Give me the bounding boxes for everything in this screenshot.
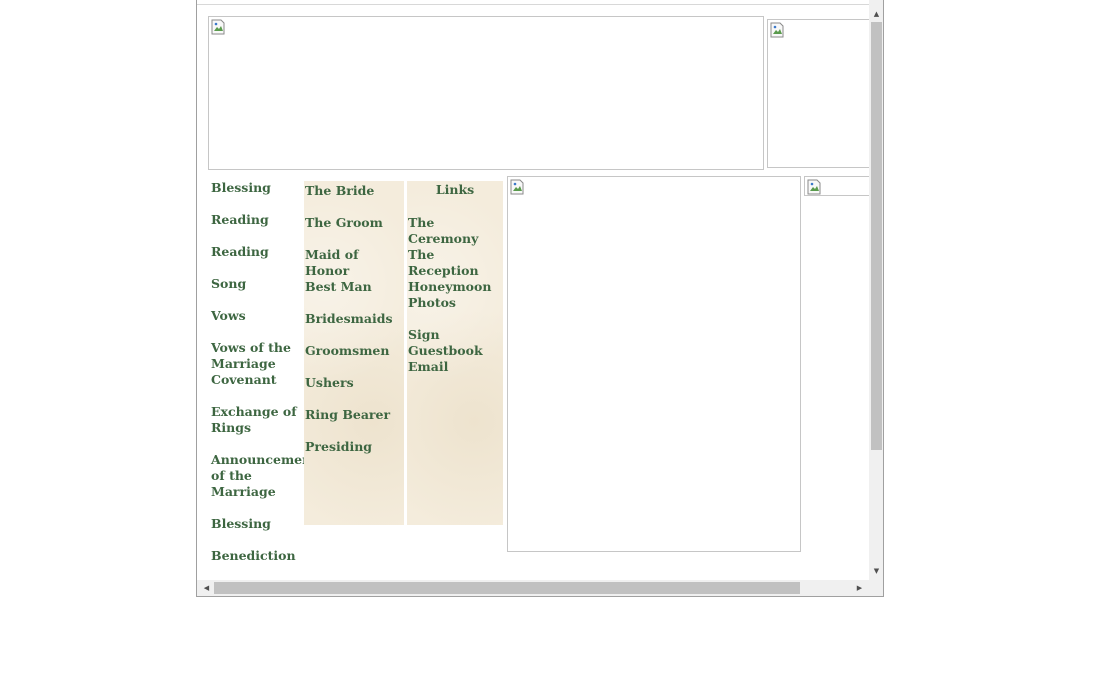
page-viewport: Blessing Reading Reading Song Vows Vows of th… [197, 0, 869, 580]
links-heading: Links [435, 182, 475, 197]
party-link-the-groom[interactable]: The Groom [305, 215, 401, 231]
program-link-reading[interactable]: Reading [211, 244, 301, 260]
program-link-blessing[interactable]: Blessing [211, 180, 301, 196]
scrollbar-corner [869, 580, 883, 596]
links-item-the-ceremony[interactable]: The Ceremony [408, 215, 502, 247]
header-banner-image [208, 16, 764, 170]
program-link-exchange-of-rings[interactable]: Exchange of Rings [211, 404, 301, 436]
vertical-scroll-thumb[interactable] [871, 22, 882, 450]
scroll-down-arrow-icon[interactable]: ▼ [869, 563, 883, 578]
links-nav: Links The Ceremony The Reception Honeymoon… [407, 181, 503, 525]
links-item-email[interactable]: Email [408, 359, 502, 375]
program-link-reading[interactable]: Reading [211, 212, 301, 228]
horizontal-scrollbar[interactable]: ◀ ▶ [197, 580, 869, 596]
broken-image-icon [211, 19, 225, 35]
broken-image-icon [807, 179, 821, 195]
wedding-party-nav: The Bride The Groom Maid of Honor Best Man B… [304, 181, 404, 525]
program-link-benediction[interactable]: Benediction [211, 548, 301, 564]
links-item-the-reception[interactable]: The Reception [408, 247, 502, 279]
program-link-song[interactable]: Song [211, 276, 301, 292]
broken-image-icon [770, 22, 784, 38]
party-link-ring-bearer[interactable]: Ring Bearer [305, 407, 401, 423]
links-item-sign-guestbook[interactable]: Sign Guestbook [408, 327, 502, 359]
party-link-groomsmen[interactable]: Groomsmen [305, 343, 401, 359]
links-item-honeymoon-photos[interactable]: Honeymoon Photos [408, 279, 502, 311]
scroll-right-arrow-icon[interactable]: ▶ [852, 580, 867, 596]
party-link-maid-of-honor[interactable]: Maid of Honor [305, 247, 401, 279]
scroll-up-arrow-icon[interactable]: ▲ [869, 6, 883, 21]
party-link-ushers[interactable]: Ushers [305, 375, 401, 391]
main-photo-image [507, 176, 801, 552]
program-link-announcement-of-the-marriage[interactable]: Announcement of the Marriage [211, 452, 317, 500]
program-link-vows[interactable]: Vows [211, 308, 301, 324]
program-link-blessing[interactable]: Blessing [211, 516, 301, 532]
broken-image-icon [510, 179, 524, 195]
header-side-image [767, 19, 869, 168]
side-photo-image [804, 176, 869, 196]
horizontal-scroll-thumb[interactable] [214, 582, 800, 594]
top-divider [197, 4, 869, 5]
vertical-scrollbar[interactable]: ▲ ▼ [869, 0, 883, 580]
browser-window: Blessing Reading Reading Song Vows Vows of th… [196, 0, 884, 597]
scroll-left-arrow-icon[interactable]: ◀ [199, 580, 214, 596]
program-link-vows-of-the-marriage-covenant[interactable]: Vows of the Marriage Covenant [211, 340, 301, 388]
party-link-presiding[interactable]: Presiding [305, 439, 401, 455]
party-link-best-man[interactable]: Best Man [305, 279, 401, 295]
party-link-bridesmaids[interactable]: Bridesmaids [305, 311, 401, 327]
party-link-the-bride[interactable]: The Bride [305, 183, 401, 199]
